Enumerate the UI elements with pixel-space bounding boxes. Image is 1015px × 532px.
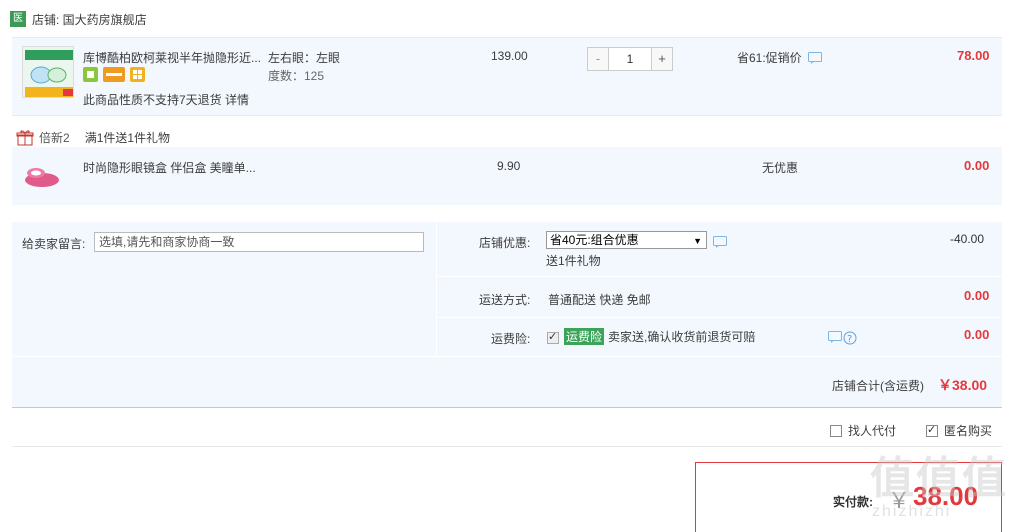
gift-icon — [16, 130, 34, 146]
gift-title[interactable]: 时尚隐形眼镜盒 伴侣盒 美瞳单... — [83, 159, 256, 176]
help-icon[interactable]: ? — [843, 331, 857, 345]
discount-note: 送1件礼物 — [546, 254, 601, 268]
divider — [437, 276, 1002, 277]
shipping-fee: 0.00 — [964, 288, 990, 303]
gift-price: 9.90 — [497, 159, 521, 173]
message-input[interactable]: 选填,请先和商家协商一致 — [94, 232, 424, 252]
message-label: 给卖家留言: — [22, 237, 86, 251]
anonymous-checkbox[interactable] — [926, 423, 938, 437]
shop-total-value: ￥38.00 — [938, 377, 988, 393]
proxy-pay-checkbox[interactable] — [830, 424, 842, 437]
divider — [437, 317, 1002, 318]
pharmacy-icon: 医 — [10, 11, 26, 27]
qty-minus-button[interactable]: - — [588, 48, 608, 70]
gift-subtotal: 0.00 — [964, 158, 990, 173]
grid-service-icon[interactable] — [130, 67, 145, 82]
insurance-label: 运费险: — [491, 332, 531, 346]
insurance-fee: 0.00 — [964, 327, 990, 342]
product-image — [23, 47, 73, 97]
discount-value: -40.00 — [950, 232, 985, 246]
divider — [12, 356, 1002, 357]
svg-text:?: ? — [847, 334, 852, 345]
discount-label: 店铺优惠: — [479, 236, 531, 250]
chat-bubble-icon[interactable] — [828, 331, 842, 343]
credit-card-icon[interactable] — [103, 67, 125, 82]
shipping-label: 运送方式: — [479, 293, 531, 307]
return-policy-notice[interactable]: 此商品性质不支持7天退货 详情 — [83, 91, 249, 108]
promo-label: 省61:促销价 — [737, 51, 802, 65]
chevron-down-icon: ▼ — [693, 236, 702, 246]
payment-label: 实付款: — [833, 495, 873, 509]
gift-item-row — [12, 147, 1002, 205]
anonymous-option[interactable]: 匿名购买 — [926, 422, 992, 439]
product-thumbnail[interactable] — [22, 46, 74, 98]
gift-promo-desc: 满1件送1件礼物 — [84, 131, 171, 145]
divider — [436, 222, 437, 356]
qty-plus-button[interactable]: + — [652, 48, 672, 70]
spec-degree: 度数：125 — [268, 69, 325, 83]
insurance-desc: 卖家送,确认收货前退货可赔 — [608, 330, 756, 344]
discount-selected: 省40元:组合优惠 — [550, 233, 639, 247]
insurance-info: 运费险 卖家送,确认收货前退货可赔 — [564, 328, 755, 345]
insurance-help: ? — [828, 331, 857, 345]
guarantee-icon[interactable] — [83, 67, 98, 82]
shop-name[interactable]: 店铺: 国大药房旗舰店 — [32, 11, 147, 28]
spec-eye: 左右眼：左眼 — [268, 51, 341, 65]
unit-price: 139.00 — [491, 49, 528, 63]
shop-total-label: 店铺合计(含运费) — [832, 379, 924, 393]
shipping-method: 普通配送 快递 免邮 — [548, 293, 651, 307]
gift-promo-label: 倍新2 — [39, 131, 70, 145]
item-subtotal: 78.00 — [957, 48, 990, 63]
proxy-pay-option[interactable]: 找人代付 — [830, 422, 896, 439]
watermark: 值值值 — [870, 453, 1008, 504]
discount-select[interactable]: 省40元:组合优惠 ▼ — [546, 231, 707, 249]
watermark-text: zhizhizhi — [872, 503, 952, 520]
insurance-tag: 运费险 — [564, 328, 605, 345]
product-title[interactable]: 库博酷柏欧柯莱视半年抛隐形近... — [83, 49, 261, 66]
service-icons — [83, 67, 145, 82]
quantity-stepper[interactable]: - 1 + — [587, 47, 673, 71]
anonymous-label: 匿名购买 — [944, 424, 993, 438]
proxy-pay-label: 找人代付 — [848, 424, 897, 438]
gift-promo-header: 倍新2 满1件送1件礼物 — [16, 129, 170, 146]
chat-bubble-icon[interactable] — [713, 236, 727, 248]
gift-thumbnail[interactable] — [22, 160, 62, 190]
lens-case-image — [25, 168, 59, 187]
shop-header: 医 店铺: 国大药房旗舰店 — [10, 10, 147, 28]
gift-promo: 无优惠 — [762, 161, 799, 175]
chat-bubble-icon[interactable] — [807, 51, 822, 64]
qty-input[interactable]: 1 — [608, 48, 652, 70]
divider — [12, 446, 1002, 447]
promo-info: 省61:促销价 — [737, 49, 822, 66]
insurance-checkbox[interactable] — [547, 330, 559, 344]
